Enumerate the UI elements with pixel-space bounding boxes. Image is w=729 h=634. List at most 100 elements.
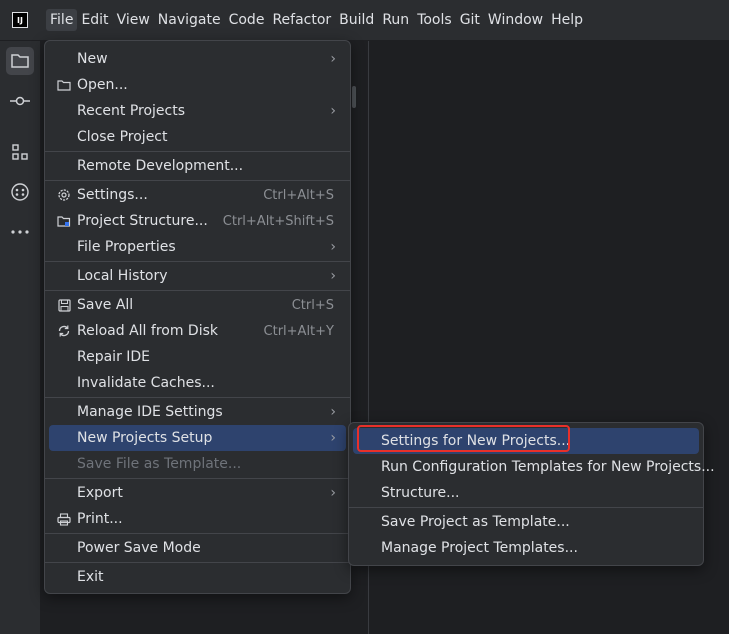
menu-item-settings[interactable]: Settings... Ctrl+Alt+S bbox=[49, 182, 346, 208]
submenu-item-manage-project-templates[interactable]: Manage Project Templates... bbox=[353, 535, 699, 561]
menu-separator bbox=[45, 562, 350, 563]
shortcut-label: Ctrl+Alt+Shift+S bbox=[222, 213, 334, 229]
menu-item-label: Settings... bbox=[77, 187, 148, 203]
menu-item-print[interactable]: Print... bbox=[49, 506, 346, 532]
refresh-icon bbox=[56, 323, 72, 339]
more-icon bbox=[11, 230, 29, 234]
menu-item-label: Power Save Mode bbox=[77, 540, 201, 556]
menu-item-label: File Properties bbox=[77, 239, 176, 255]
file-menu: New › Open... Recent Projects › Close Pr… bbox=[44, 40, 351, 594]
menu-item-local-history[interactable]: Local History › bbox=[49, 263, 346, 289]
menu-item-label: Print... bbox=[77, 511, 123, 527]
submenu-item-structure[interactable]: Structure... bbox=[353, 480, 699, 506]
menu-separator bbox=[45, 180, 350, 181]
menu-item-exit[interactable]: Exit bbox=[49, 564, 346, 590]
menu-separator bbox=[45, 151, 350, 152]
menu-item-file-properties[interactable]: File Properties › bbox=[49, 234, 346, 260]
menu-item-label: Run Configuration Templates for New Proj… bbox=[381, 459, 715, 475]
menu-item-invalidate-caches[interactable]: Invalidate Caches... bbox=[49, 370, 346, 396]
scrollbar-thumb[interactable] bbox=[352, 86, 356, 108]
menu-item-label: Open... bbox=[77, 77, 128, 93]
menu-item-label: Remote Development... bbox=[77, 158, 244, 174]
main-menubar: IJ File Edit View Navigate Code Refactor… bbox=[0, 0, 729, 41]
app-logo: IJ bbox=[12, 12, 28, 28]
shortcut-label: Ctrl+Alt+Y bbox=[263, 323, 334, 339]
menu-item-remote-development[interactable]: Remote Development... bbox=[49, 153, 346, 179]
menu-item-new-projects-setup[interactable]: New Projects Setup › bbox=[49, 425, 346, 451]
menu-separator bbox=[349, 507, 703, 508]
menu-item-label: Manage IDE Settings bbox=[77, 404, 223, 420]
commit-tool-button[interactable] bbox=[6, 87, 34, 115]
chevron-right-icon: › bbox=[330, 485, 336, 501]
gear-icon bbox=[56, 187, 72, 203]
menu-item-label: Reload All from Disk bbox=[77, 323, 218, 339]
printer-icon bbox=[56, 511, 72, 527]
structure-icon bbox=[12, 144, 28, 160]
chevron-right-icon: › bbox=[330, 239, 336, 255]
menu-item-label: Invalidate Caches... bbox=[77, 375, 215, 391]
menu-separator bbox=[45, 533, 350, 534]
menu-item-label: Exit bbox=[77, 569, 104, 585]
menu-item-label: New Projects Setup bbox=[77, 430, 213, 446]
shortcut-label: Ctrl+S bbox=[291, 297, 334, 313]
menu-window[interactable]: Window bbox=[484, 9, 547, 31]
menu-item-project-structure[interactable]: Project Structure... Ctrl+Alt+Shift+S bbox=[49, 208, 346, 234]
chevron-right-icon: › bbox=[330, 268, 336, 284]
menu-refactor[interactable]: Refactor bbox=[268, 9, 335, 31]
more-tool-windows-button[interactable] bbox=[6, 218, 34, 246]
menu-item-label: Export bbox=[77, 485, 123, 501]
chevron-right-icon: › bbox=[330, 430, 336, 446]
menu-item-label: Save All bbox=[77, 297, 134, 313]
submenu-item-save-project-as-template[interactable]: Save Project as Template... bbox=[353, 509, 699, 535]
menu-view[interactable]: View bbox=[113, 9, 154, 31]
menu-separator bbox=[45, 261, 350, 262]
menu-separator bbox=[45, 290, 350, 291]
menu-tools[interactable]: Tools bbox=[413, 9, 456, 31]
menu-item-save-all[interactable]: Save All Ctrl+S bbox=[49, 292, 346, 318]
menu-item-label: Save File as Template... bbox=[77, 456, 242, 472]
menu-item-reload-all[interactable]: Reload All from Disk Ctrl+Alt+Y bbox=[49, 318, 346, 344]
submenu-item-run-configuration-templates[interactable]: Run Configuration Templates for New Proj… bbox=[353, 454, 715, 480]
menu-separator bbox=[45, 397, 350, 398]
menu-help[interactable]: Help bbox=[547, 9, 587, 31]
menu-file[interactable]: File bbox=[46, 9, 78, 31]
menu-item-close-project[interactable]: Close Project bbox=[49, 124, 346, 150]
menu-item-label: Repair IDE bbox=[77, 349, 151, 365]
project-tool-button[interactable] bbox=[6, 47, 34, 75]
menu-item-manage-ide-settings[interactable]: Manage IDE Settings › bbox=[49, 399, 346, 425]
menu-item-label: New bbox=[77, 51, 108, 67]
chevron-right-icon: › bbox=[330, 404, 336, 420]
menu-separator bbox=[45, 478, 350, 479]
menu-navigate[interactable]: Navigate bbox=[154, 9, 225, 31]
menu-item-export[interactable]: Export › bbox=[49, 480, 346, 506]
plugins-tool-button[interactable] bbox=[6, 178, 34, 206]
structure-tool-button[interactable] bbox=[6, 138, 34, 166]
annotation-highlight-box bbox=[357, 425, 570, 452]
tool-window-strip bbox=[0, 41, 41, 634]
menu-item-label: Structure... bbox=[381, 485, 460, 501]
menu-item-label: Recent Projects bbox=[77, 103, 186, 119]
menu-build[interactable]: Build bbox=[335, 9, 378, 31]
shortcut-label: Ctrl+Alt+S bbox=[263, 187, 334, 203]
chevron-right-icon: › bbox=[330, 103, 336, 119]
menu-item-save-file-as-template: Save File as Template... bbox=[49, 451, 346, 477]
menu-item-power-save-mode[interactable]: Power Save Mode bbox=[49, 535, 346, 561]
save-icon bbox=[56, 297, 72, 313]
menu-item-label: Local History bbox=[77, 268, 168, 284]
menu-item-label: Save Project as Template... bbox=[381, 514, 570, 530]
menu-item-new[interactable]: New › bbox=[49, 46, 346, 72]
menu-git[interactable]: Git bbox=[456, 9, 484, 31]
menu-run[interactable]: Run bbox=[378, 9, 413, 31]
folder-icon bbox=[11, 54, 29, 68]
menu-item-label: Manage Project Templates... bbox=[381, 540, 578, 556]
menu-code[interactable]: Code bbox=[225, 9, 269, 31]
project-structure-icon bbox=[56, 213, 72, 229]
chevron-right-icon: › bbox=[330, 51, 336, 67]
menu-item-open[interactable]: Open... bbox=[49, 72, 346, 98]
menu-item-recent-projects[interactable]: Recent Projects › bbox=[49, 98, 346, 124]
menu-item-label: Project Structure... bbox=[77, 213, 208, 229]
menu-item-label: Close Project bbox=[77, 129, 168, 145]
menu-edit[interactable]: Edit bbox=[77, 9, 112, 31]
menu-item-repair-ide[interactable]: Repair IDE bbox=[49, 344, 346, 370]
plugins-icon bbox=[11, 183, 29, 201]
